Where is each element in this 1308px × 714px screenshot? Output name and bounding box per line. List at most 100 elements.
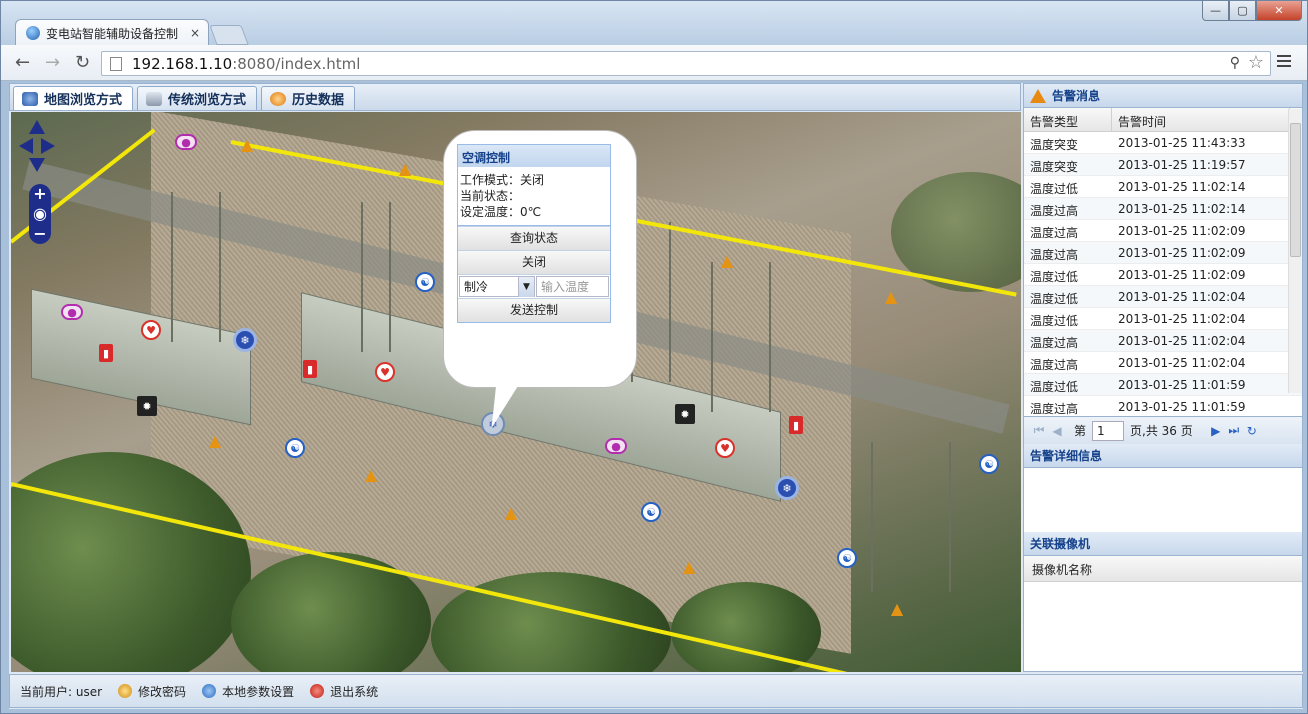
camera-marker-icon[interactable]: ● [605, 438, 627, 454]
alarm-bell-icon[interactable]: ▲ [717, 250, 737, 270]
camera-marker-icon[interactable]: ● [61, 304, 83, 320]
camera-grid-header[interactable]: 摄像机名称 [1024, 556, 1302, 582]
alarm-bell-icon[interactable]: ▲ [395, 158, 415, 178]
alarm-time-cell: 2013-01-25 11:02:04 [1118, 334, 1246, 348]
col-alarm-type[interactable]: 告警类型 [1024, 108, 1112, 131]
scroll-thumb[interactable] [1290, 123, 1301, 257]
pan-up-icon[interactable] [29, 120, 45, 134]
camera-marker-icon[interactable]: ● [175, 134, 197, 150]
table-row[interactable]: 温度过低 2013-01-25 11:01:59 [1024, 374, 1302, 396]
history-icon [270, 91, 287, 106]
zoom-out-icon[interactable]: − [29, 224, 51, 244]
chevron-down-icon[interactable]: ▼ [518, 277, 534, 297]
pan-down-icon[interactable] [29, 158, 45, 172]
table-row[interactable]: 温度过高 2013-01-25 11:02:04 [1024, 352, 1302, 374]
alarm-bell-icon[interactable]: ▲ [679, 556, 699, 576]
tab-history-data[interactable]: 历史数据 [261, 86, 356, 110]
thermometer-icon[interactable]: ▮ [789, 416, 803, 434]
col-alarm-time[interactable]: 告警时间 [1112, 108, 1290, 131]
alarm-bell-icon[interactable]: ▲ [361, 464, 381, 484]
close-ac-button[interactable]: 关闭 [458, 250, 610, 274]
zoom-magnifier-icon[interactable]: ⚲ [1230, 55, 1240, 71]
zoom-in-icon[interactable]: + [29, 184, 51, 204]
person-sensor-icon[interactable]: ☯ [979, 454, 999, 474]
fire-sensor-icon[interactable]: ♥ [141, 320, 161, 340]
table-row[interactable]: 温度过低 2013-01-25 11:02:09 [1024, 264, 1302, 286]
table-row[interactable]: 温度过低 2013-01-25 11:02:04 [1024, 286, 1302, 308]
temperature-input[interactable]: 输入温度 [536, 276, 609, 297]
tab-label: 传统浏览方式 [168, 93, 247, 108]
menu-icon[interactable] [1277, 55, 1291, 70]
alarm-bell-icon[interactable]: ▲ [881, 286, 901, 306]
page-number-input[interactable]: 1 [1092, 420, 1125, 441]
mode-select[interactable]: 制冷 ▼ [459, 276, 535, 297]
address-bar[interactable]: 192.168.1.10:8080/index.html ⚲ ☆ [101, 51, 1271, 76]
maximize-button[interactable]: ▢ [1229, 1, 1256, 21]
table-row[interactable]: 温度过高 2013-01-25 11:02:09 [1024, 220, 1302, 242]
table-row[interactable]: 温度过低 2013-01-25 11:02:14 [1024, 176, 1302, 198]
bookmark-star-icon[interactable]: ☆ [1248, 52, 1264, 73]
table-row[interactable]: 温度过低 2013-01-25 11:02:04 [1024, 308, 1302, 330]
table-row[interactable]: 温度过高 2013-01-25 11:02:09 [1024, 242, 1302, 264]
alarm-bell-icon[interactable]: ▲ [205, 430, 225, 450]
alarm-time-cell: 2013-01-25 11:02:09 [1118, 246, 1246, 260]
query-status-button[interactable]: 查询状态 [458, 226, 610, 250]
pan-right-icon[interactable] [41, 138, 55, 154]
send-control-button[interactable]: 发送控制 [458, 298, 610, 322]
alarm-time-cell: 2013-01-25 11:19:57 [1118, 158, 1246, 172]
tab-close-icon[interactable]: × [190, 26, 200, 40]
thermometer-icon[interactable]: ▮ [99, 344, 113, 362]
air-conditioner-icon[interactable]: ❄ [233, 328, 257, 352]
alarm-bell-icon[interactable]: ▲ [501, 502, 521, 522]
alarm-type-cell: 温度过低 [1030, 314, 1079, 328]
air-conditioner-icon[interactable]: ❄ [775, 476, 799, 500]
substation-map[interactable]: ● ▲ ▲ ▲ ▲ ▲ ▲ ▲ ▲ ▲ ☯ ☯ ☯ ☯ ☯ ● ● ♥ ♥ ♥ … [11, 112, 1021, 672]
prev-page-icon[interactable]: ◀ [1048, 424, 1066, 438]
reload-icon[interactable]: ↻ [75, 53, 90, 73]
change-password-link[interactable]: 修改密码 [118, 683, 186, 700]
tab-traditional-view[interactable]: 传统浏览方式 [137, 86, 258, 110]
local-settings-label: 本地参数设置 [222, 684, 295, 699]
person-sensor-icon[interactable]: ☯ [285, 438, 305, 458]
table-row[interactable]: 温度过高 2013-01-25 11:02:14 [1024, 198, 1302, 220]
thermometer-icon[interactable]: ▮ [303, 360, 317, 378]
new-tab-button[interactable] [209, 25, 249, 45]
browser-tab[interactable]: 变电站智能辅助设备控制 × [15, 19, 209, 46]
fan-icon[interactable]: ✹ [675, 404, 695, 424]
fire-sensor-icon[interactable]: ♥ [375, 362, 395, 382]
alarm-time-cell: 2013-01-25 11:43:33 [1118, 136, 1246, 150]
alarm-type-cell: 温度过低 [1030, 292, 1079, 306]
table-row[interactable]: 温度突变 2013-01-25 11:43:33 [1024, 132, 1302, 154]
person-sensor-icon[interactable]: ☯ [641, 502, 661, 522]
logout-link[interactable]: 退出系统 [310, 683, 378, 700]
camera-panel-header: 关联摄像机 [1024, 532, 1302, 556]
alarm-time-cell: 2013-01-25 11:02:14 [1118, 202, 1246, 216]
fan-icon[interactable]: ✹ [137, 396, 157, 416]
table-row[interactable]: 温度突变 2013-01-25 11:19:57 [1024, 154, 1302, 176]
alarm-scrollbar[interactable] [1288, 109, 1302, 393]
control-row: 制冷 ▼ 输入温度 [458, 274, 610, 298]
popup-title: 空调控制 [458, 145, 610, 167]
tab-map-view[interactable]: 地图浏览方式 [13, 86, 134, 110]
minimize-button[interactable]: — [1202, 1, 1229, 21]
table-row[interactable]: 温度过高 2013-01-25 11:01:59 [1024, 396, 1302, 416]
person-sensor-icon[interactable]: ☯ [837, 548, 857, 568]
table-row[interactable]: 温度过高 2013-01-25 11:02:04 [1024, 330, 1302, 352]
close-window-button[interactable]: ✕ [1256, 1, 1302, 21]
pan-left-icon[interactable] [19, 138, 33, 154]
pan-control[interactable] [19, 120, 55, 180]
back-arrow-icon[interactable]: ← [15, 53, 30, 73]
first-page-icon[interactable]: ⏮ [1030, 423, 1048, 438]
zoom-globe-icon[interactable]: ◉ [29, 204, 51, 224]
ac-control-popup: 空调控制 工作模式：关闭 当前状态： 设定温度：0℃ 查询状态 关闭 制冷 ▼ … [457, 144, 611, 323]
alarm-bell-icon[interactable]: ▲ [887, 598, 907, 618]
fire-sensor-icon[interactable]: ♥ [715, 438, 735, 458]
refresh-icon[interactable]: ↻ [1243, 424, 1261, 438]
next-page-icon[interactable]: ▶ [1207, 424, 1225, 438]
local-settings-link[interactable]: 本地参数设置 [202, 683, 294, 700]
last-page-icon[interactable]: ⏭ [1225, 423, 1243, 438]
alarm-bell-icon[interactable]: ▲ [237, 134, 257, 154]
person-sensor-icon[interactable]: ☯ [415, 272, 435, 292]
forward-arrow-icon[interactable]: → [45, 53, 60, 73]
alarm-type-cell: 温度过高 [1030, 358, 1079, 372]
